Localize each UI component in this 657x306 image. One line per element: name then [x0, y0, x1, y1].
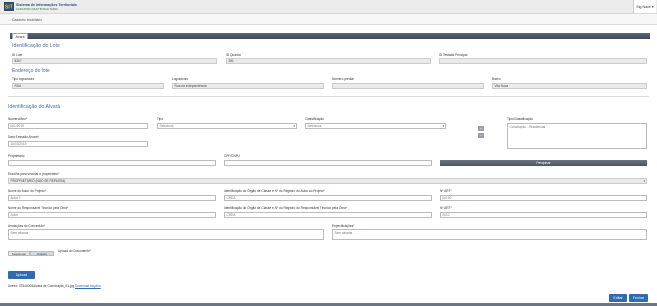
- autor-orgao-input[interactable]: CREA: [224, 195, 432, 201]
- edit-button[interactable]: Editar: [609, 294, 627, 302]
- logradouro-label: Logradouro: [172, 77, 189, 81]
- autor-orgao-label: Identificação do Órgão de Classe e Nº do…: [224, 189, 325, 193]
- remove-classificacao-button[interactable]: −: [478, 133, 484, 138]
- breadcrumb[interactable]: Cadastro Imobiliário: [12, 18, 42, 22]
- anexo-filename: 37540005Alvará de Construção_01.jpg: [18, 284, 75, 288]
- resp-art-input[interactable]: 0012: [440, 212, 647, 218]
- sit-logo-icon: SIT: [4, 2, 14, 11]
- classificacao-select[interactable]: Selecione: [305, 123, 446, 129]
- cpf-cnpj-input[interactable]: [224, 160, 432, 166]
- resp-nome-input[interactable]: Autor: [8, 212, 216, 218]
- tipo-classificacao-list[interactable]: Construção - Residencial: [507, 123, 647, 149]
- numero-predial-field: [332, 83, 484, 89]
- select-file-button[interactable]: Selecionar: [8, 251, 30, 256]
- top-bar: SIT Sistema de Informações Territoriais …: [0, 0, 657, 14]
- app-subtitle: CADASTRO MULTIFINALITÁRIO: [16, 7, 58, 11]
- tipo-classificacao-label: Tipo/Classificação: [507, 117, 533, 121]
- autor-nome-input[interactable]: Autor 1: [8, 195, 216, 201]
- tab-alvara[interactable]: Alvará: [12, 33, 28, 39]
- user-menu-button[interactable]: Sig Nave ▾: [633, 0, 656, 13]
- data-emissao-input[interactable]: 10/03/2019: [8, 141, 148, 147]
- bairro-field: Vila Nova: [492, 83, 647, 89]
- tipo-logradouro-label: Tipo logradouro: [12, 77, 35, 81]
- classificacao-label: Classificação: [305, 117, 324, 121]
- autor-nome-label: Nome do Autor do Projeto*: [8, 189, 46, 193]
- proprietario-label: Proprietário: [8, 154, 25, 158]
- tipo-label: Tipo: [157, 117, 164, 121]
- lote-section-title: Identificação do Lote: [12, 43, 60, 49]
- anexo-prefix: Anexo:: [8, 284, 18, 288]
- upload-button[interactable]: Upload: [8, 271, 35, 279]
- resp-art-label: Nº ART*: [440, 206, 452, 210]
- id-lote-label: ID Lote: [12, 53, 23, 57]
- anotacoes-label: Anotações do Concedido*: [8, 224, 45, 228]
- close-button[interactable]: Fechar: [629, 294, 648, 302]
- section-divider: [8, 96, 649, 97]
- numero-ano-label: Número/Ano*: [8, 117, 28, 121]
- escolha-label: Escolha para vincular o proprietário*: [8, 172, 60, 176]
- app-title: Sistema de Informações Territoriais: [16, 2, 77, 7]
- pesquisar-button[interactable]: Pesquisar: [440, 160, 647, 166]
- resp-orgao-input[interactable]: CREA: [224, 212, 432, 218]
- autor-art-input[interactable]: 00100: [440, 195, 647, 201]
- tipo-select[interactable]: Selecione: [157, 123, 297, 129]
- upload-doc-label: Upload do Documento*: [58, 249, 91, 253]
- tipo-logradouro-field: RUA: [12, 83, 164, 89]
- id-testada-field: [439, 58, 647, 64]
- cpf-cnpj-label: CPF/CNPJ: [224, 154, 240, 158]
- id-lote-field: 8307: [12, 58, 217, 64]
- tab-strip: [10, 33, 650, 39]
- anexo-line: Anexo: 37540005Alvará de Construção_01.j…: [8, 284, 101, 288]
- anotacoes-textarea[interactable]: Sem alvarás: [8, 229, 324, 240]
- logradouro-field: Rua da Independência: [172, 83, 324, 89]
- endereco-section-title: Endereço do lote: [12, 68, 50, 74]
- svg-text:SIT: SIT: [5, 5, 13, 11]
- numero-ano-input[interactable]: 001/2019: [8, 123, 148, 129]
- add-classificacao-button[interactable]: +: [478, 126, 484, 131]
- proprietario-input[interactable]: [8, 160, 216, 166]
- escolha-proprietario-select[interactable]: PROPRIETÁRIO (NÃO SE REPASSA): [8, 178, 647, 184]
- resp-orgao-label: Identificação do Órgão de Classe e Nº do…: [224, 206, 348, 210]
- autor-art-label: Nº ART*: [440, 189, 452, 193]
- download-link[interactable]: Download Arquivo: [75, 284, 101, 288]
- id-quadra-field: 281: [226, 58, 431, 64]
- especificacoes-textarea[interactable]: Sem alvarás: [332, 229, 647, 240]
- alvara-section-title: Identificação do Alvará: [8, 104, 61, 110]
- id-quadra-label: ID Quadra: [226, 53, 241, 57]
- browse-file-button[interactable]: Arquivo: [30, 251, 54, 256]
- numero-predial-label: Número predial: [332, 77, 354, 81]
- id-testada-label: ID Testada Principal: [439, 53, 468, 57]
- data-emissao-label: Data Emissão Alvará*: [8, 135, 39, 139]
- sub-bar: [0, 14, 657, 25]
- especificacoes-label: Especificações*: [332, 224, 355, 228]
- resp-nome-label: Nome do Responsável Técnico pela Obra*: [8, 206, 69, 210]
- bairro-label: Bairro: [492, 77, 501, 81]
